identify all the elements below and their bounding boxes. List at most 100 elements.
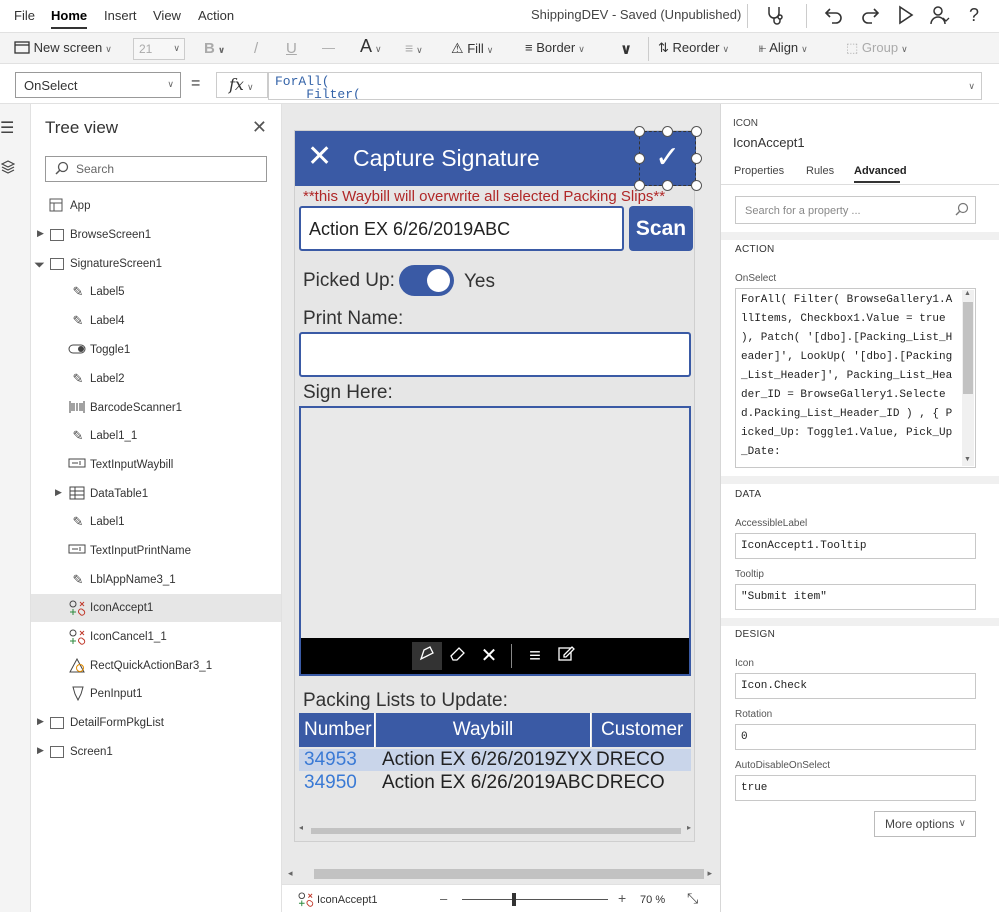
scroll-left-icon[interactable]: ◂ bbox=[288, 868, 293, 879]
resize-handle[interactable] bbox=[634, 153, 645, 164]
more-options-button[interactable]: More options ∨ bbox=[874, 811, 976, 837]
clear-icon[interactable]: ✕ bbox=[474, 642, 504, 670]
app-screen-preview[interactable]: ✕ Capture Signature ✓ **this Waybill wil… bbox=[294, 126, 702, 842]
scan-button[interactable]: Scan bbox=[629, 206, 693, 251]
table-row[interactable]: 34950 Action EX 6/26/2019ABC DRECO bbox=[299, 772, 691, 794]
resize-handle[interactable] bbox=[691, 153, 702, 164]
line-thickness-icon[interactable]: ≡ bbox=[520, 642, 550, 670]
resize-handle[interactable] bbox=[634, 126, 645, 137]
tree-item-signaturescreen1[interactable]: ◢ SignatureScreen1 bbox=[31, 250, 281, 278]
new-screen-button[interactable]: New screen ∨ bbox=[14, 40, 112, 55]
scrollbar-thumb[interactable] bbox=[963, 302, 973, 394]
align-button[interactable]: ⫦ Align ∨ bbox=[759, 40, 808, 56]
tree-item-iconaccept1[interactable]: IconAccept1 bbox=[31, 594, 281, 622]
tree-item-app[interactable]: App bbox=[31, 192, 281, 220]
tree-item-label1[interactable]: ✎ Label1 bbox=[31, 508, 281, 536]
tree-item-textinputprintname[interactable]: TextInputPrintName bbox=[31, 537, 281, 565]
chevron-down-icon[interactable]: ∨ bbox=[968, 81, 975, 94]
font-size-select[interactable]: 21 ∨ bbox=[133, 38, 185, 60]
scroll-left-icon[interactable]: ◂ bbox=[299, 823, 303, 832]
layers-icon[interactable] bbox=[0, 160, 16, 177]
tree-item-lblappname3-1[interactable]: ✎ LblAppName3_1 bbox=[31, 566, 281, 594]
font-color-button[interactable]: A ∨ bbox=[360, 36, 382, 57]
table-horizontal-scrollbar[interactable]: ◂ ▸ bbox=[299, 823, 691, 836]
tab-rules[interactable]: Rules bbox=[806, 165, 834, 177]
undo-icon[interactable] bbox=[823, 4, 845, 26]
scroll-right-icon[interactable]: ▸ bbox=[687, 823, 691, 832]
accessible-label-field[interactable]: IconAccept1.Tooltip bbox=[735, 533, 976, 559]
fill-button[interactable]: ⚠ Fill ∨ bbox=[451, 40, 493, 57]
scrollbar-thumb[interactable] bbox=[311, 828, 681, 834]
tree-item-peninput1[interactable]: PenInput1 bbox=[31, 680, 281, 708]
tree-item-iconcancel1-1[interactable]: IconCancel1_1 bbox=[31, 623, 281, 651]
reorder-button[interactable]: ⇅ Reorder ∨ bbox=[658, 40, 729, 56]
menu-home[interactable]: Home bbox=[51, 8, 88, 29]
menu-file[interactable]: File bbox=[14, 8, 35, 23]
tree-item-label4[interactable]: ✎ Label4 bbox=[31, 307, 281, 335]
table-cell[interactable]: 34953 bbox=[304, 749, 357, 771]
border-button[interactable]: ≡ Border ∨ bbox=[525, 40, 585, 55]
play-icon[interactable] bbox=[894, 4, 916, 26]
collapse-icon[interactable]: ◢ bbox=[33, 256, 46, 269]
strikethrough-button[interactable]: — bbox=[322, 40, 335, 55]
close-icon[interactable]: ✕ bbox=[252, 117, 267, 138]
property-dropdown[interactable]: OnSelect ∨ bbox=[15, 72, 181, 98]
tooltip-field[interactable]: "Submit item" bbox=[735, 584, 976, 610]
tree-item-rectquickactionbar3-1[interactable]: RectQuickActionBar3_1 bbox=[31, 652, 281, 680]
tree-item-label5[interactable]: ✎ Label5 bbox=[31, 278, 281, 306]
ribbon-expand-icon[interactable]: ∨ bbox=[620, 40, 632, 58]
user-icon[interactable] bbox=[928, 4, 950, 26]
tree-item-barcodescanner1[interactable]: BarcodeScanner1 bbox=[31, 394, 281, 422]
underline-button[interactable]: U bbox=[286, 40, 297, 57]
expand-icon[interactable]: ▶ bbox=[37, 716, 44, 727]
tree-item-label2[interactable]: ✎ Label2 bbox=[31, 365, 281, 393]
tree-item-toggle1[interactable]: Toggle1 bbox=[31, 336, 281, 364]
scroll-up-icon[interactable]: ▲ bbox=[964, 290, 971, 297]
scrollbar-thumb[interactable] bbox=[314, 869, 704, 879]
app-checker-icon[interactable] bbox=[764, 4, 786, 26]
help-icon[interactable]: ? bbox=[963, 4, 985, 26]
tab-properties[interactable]: Properties bbox=[734, 165, 784, 177]
table-cell[interactable]: 34950 bbox=[304, 772, 357, 794]
hamburger-icon[interactable]: ☰ bbox=[0, 118, 14, 138]
zoom-out-button[interactable]: – bbox=[440, 891, 447, 906]
tree-item-datatable1[interactable]: ▶ DataTable1 bbox=[31, 480, 281, 508]
redo-icon[interactable] bbox=[859, 4, 881, 26]
menu-view[interactable]: View bbox=[153, 8, 181, 23]
scroll-down-icon[interactable]: ▼ bbox=[964, 456, 971, 463]
resize-handle[interactable] bbox=[691, 180, 702, 191]
expand-icon[interactable]: ▶ bbox=[37, 745, 44, 756]
property-search-input[interactable]: Search for a property ... bbox=[735, 196, 976, 224]
italic-button[interactable]: / bbox=[254, 40, 258, 57]
resize-handle[interactable] bbox=[691, 126, 702, 137]
expand-icon[interactable]: ▶ bbox=[37, 228, 44, 239]
tree-item-screen1[interactable]: ▶ Screen1 bbox=[31, 738, 281, 766]
zoom-slider-thumb[interactable] bbox=[512, 893, 516, 906]
onselect-formula[interactable]: ForAll( Filter( BrowseGallery1.AllItems,… bbox=[735, 288, 976, 468]
bold-button[interactable]: B ∨ bbox=[204, 40, 225, 57]
cancel-icon[interactable]: ✕ bbox=[307, 139, 332, 175]
tree-item-textinputwaybill[interactable]: TextInputWaybill bbox=[31, 451, 281, 479]
control-name[interactable]: IconAccept1 bbox=[733, 135, 805, 150]
canvas-horizontal-scrollbar[interactable]: ◂ ▸ bbox=[282, 864, 720, 884]
expand-icon[interactable]: ▶ bbox=[55, 487, 62, 498]
zoom-slider-track[interactable] bbox=[462, 899, 608, 900]
signature-pen-input[interactable]: ✕ ≡ bbox=[299, 406, 691, 676]
print-name-input[interactable] bbox=[299, 332, 691, 377]
zoom-in-button[interactable]: + bbox=[618, 890, 626, 906]
formula-input[interactable]: ForAll( Filter( ∨ bbox=[268, 72, 982, 100]
icon-property-field[interactable]: Icon.Check bbox=[735, 673, 976, 699]
scroll-right-icon[interactable]: ▸ bbox=[707, 868, 712, 879]
eraser-icon[interactable] bbox=[442, 642, 472, 670]
waybill-input[interactable]: Action EX 6/26/2019ABC bbox=[299, 206, 624, 251]
column-header-customer[interactable]: Customer bbox=[592, 713, 691, 747]
column-header-waybill[interactable]: Waybill bbox=[376, 713, 591, 747]
autodisable-field[interactable]: true bbox=[735, 775, 976, 801]
table-row[interactable]: 34953 Action EX 6/26/2019ZYX DRECO bbox=[299, 749, 691, 771]
tree-search-input[interactable]: Search bbox=[45, 156, 267, 182]
tab-advanced[interactable]: Advanced bbox=[854, 165, 907, 177]
rotation-field[interactable]: 0 bbox=[735, 724, 976, 750]
menu-action[interactable]: Action bbox=[198, 8, 234, 23]
tree-item-browsescreen1[interactable]: ▶ BrowseScreen1 bbox=[31, 221, 281, 249]
tree-item-detailformpkglist[interactable]: ▶ DetailFormPkgList bbox=[31, 709, 281, 737]
